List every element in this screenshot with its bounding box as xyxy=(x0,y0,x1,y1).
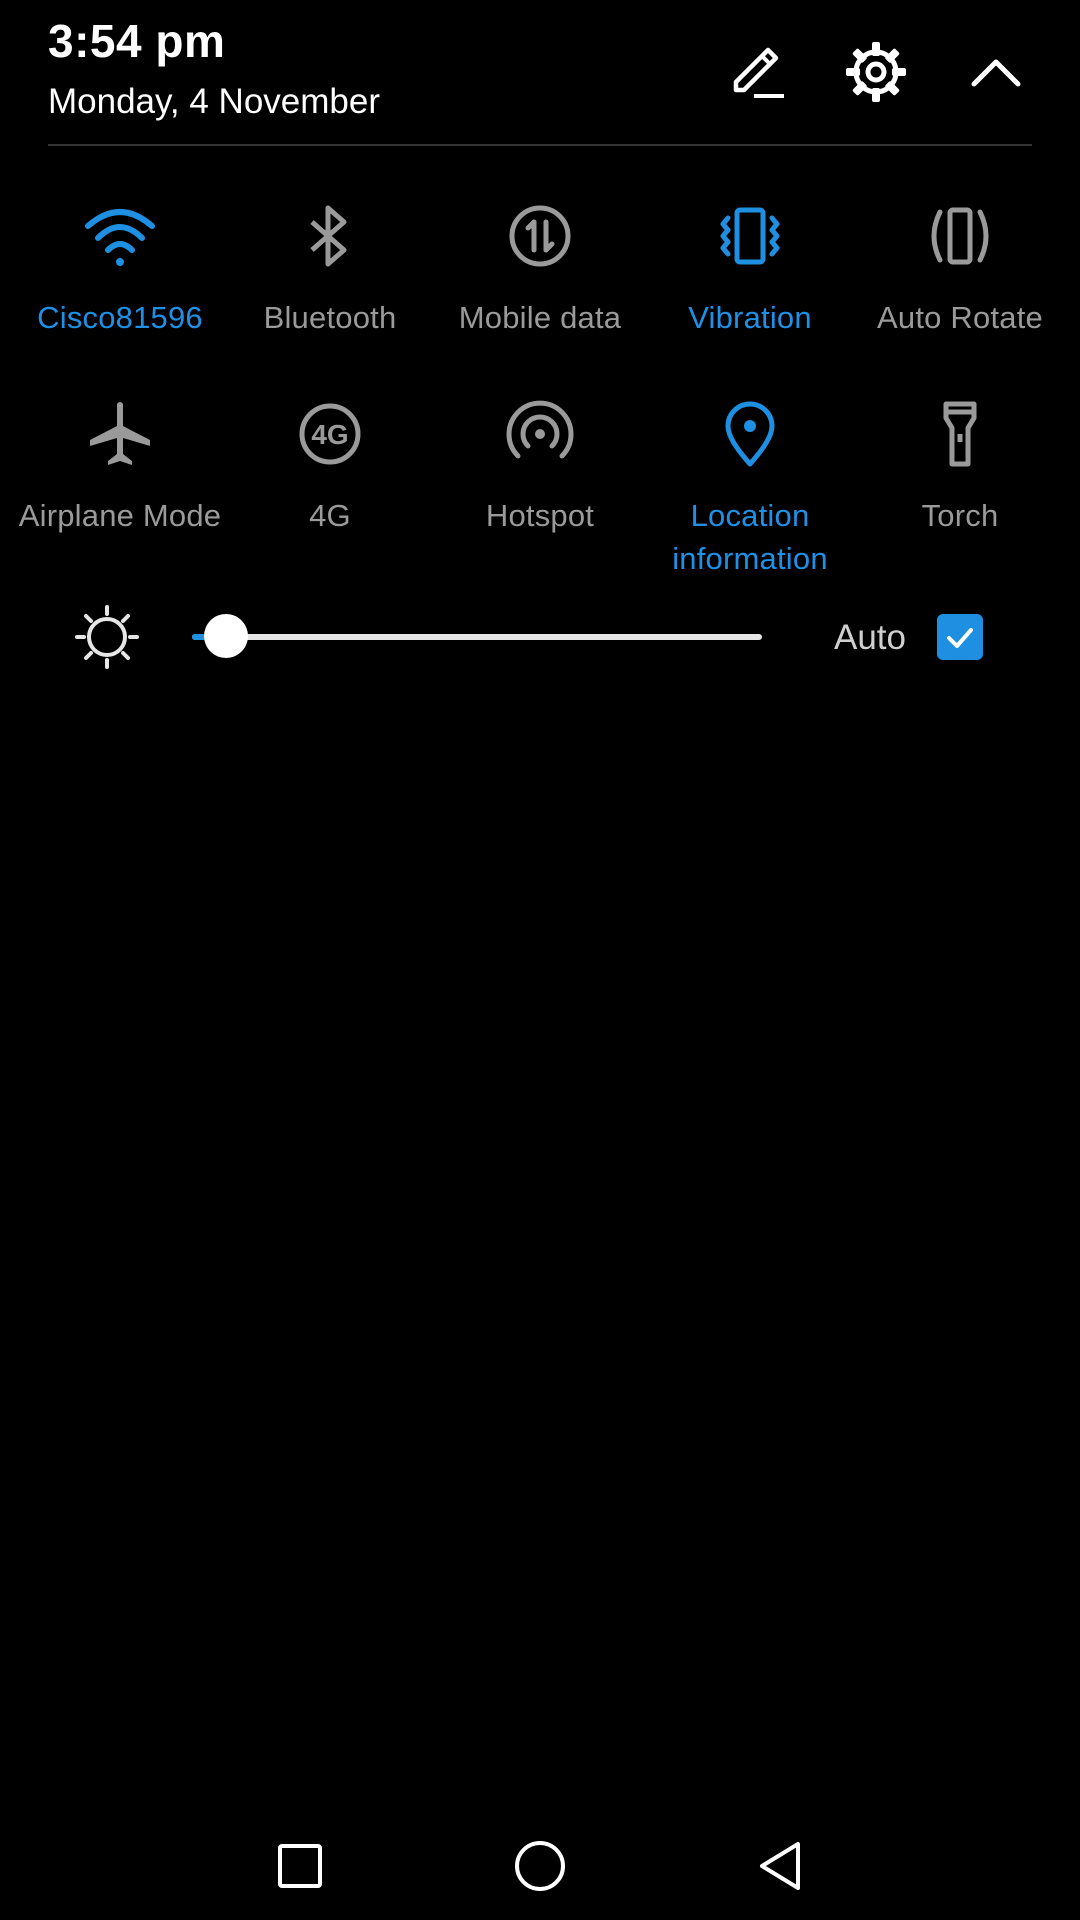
auto-brightness-label: Auto xyxy=(834,618,906,657)
auto-brightness-checkbox[interactable] xyxy=(937,614,983,660)
tile-vibration[interactable]: Vibration xyxy=(645,196,855,339)
tile-airplane-mode[interactable]: Airplane Mode xyxy=(15,394,225,537)
clock-time: 3:54 pm xyxy=(48,15,226,67)
brightness-slider-track[interactable] xyxy=(192,634,762,640)
hotspot-icon xyxy=(500,394,580,474)
svg-text:4G: 4G xyxy=(311,419,348,450)
tile-location[interactable]: Location information xyxy=(645,394,855,580)
tile-label: Mobile data xyxy=(458,300,622,335)
tile-torch[interactable]: Torch xyxy=(855,394,1065,537)
tile-label: Cisco81596 xyxy=(37,300,203,335)
torch-icon xyxy=(920,394,1000,474)
tile-label: Hotspot xyxy=(485,498,595,533)
4g-icon: 4G xyxy=(290,394,370,474)
location-icon xyxy=(710,394,790,474)
tile-label: 4G xyxy=(309,498,351,533)
back-icon[interactable] xyxy=(730,1816,830,1916)
tile-mobile-data[interactable]: Mobile data xyxy=(435,196,645,339)
vibration-icon xyxy=(710,196,790,276)
tile-4g[interactable]: 4G 4G xyxy=(225,394,435,537)
tile-bluetooth[interactable]: Bluetooth xyxy=(225,196,435,339)
date-label: Monday, 4 November xyxy=(48,82,381,121)
edit-icon[interactable] xyxy=(720,36,792,108)
tile-label: Location information xyxy=(672,498,828,576)
header-divider xyxy=(48,144,1032,146)
brightness-icon xyxy=(74,604,140,670)
settings-icon[interactable] xyxy=(840,36,912,108)
tile-label: Torch xyxy=(921,498,999,533)
brightness-slider-thumb[interactable] xyxy=(204,614,249,658)
tile-label: Bluetooth xyxy=(263,300,397,335)
check-icon xyxy=(947,628,973,648)
tile-wifi[interactable]: Cisco81596 xyxy=(15,196,225,339)
tile-label: Airplane Mode xyxy=(18,498,222,533)
tile-label: Vibration xyxy=(688,300,812,335)
collapse-icon[interactable] xyxy=(960,36,1032,108)
airplane-icon xyxy=(80,394,160,474)
tile-label: Auto Rotate xyxy=(877,300,1043,335)
mobile-data-icon xyxy=(500,196,580,276)
bluetooth-icon xyxy=(290,196,370,276)
tile-hotspot[interactable]: Hotspot xyxy=(435,394,645,537)
recent-apps-icon[interactable] xyxy=(250,1816,350,1916)
home-icon[interactable] xyxy=(490,1816,590,1916)
auto-rotate-icon xyxy=(920,196,1000,276)
wifi-icon xyxy=(80,196,160,276)
tile-auto-rotate[interactable]: Auto Rotate xyxy=(855,196,1065,339)
